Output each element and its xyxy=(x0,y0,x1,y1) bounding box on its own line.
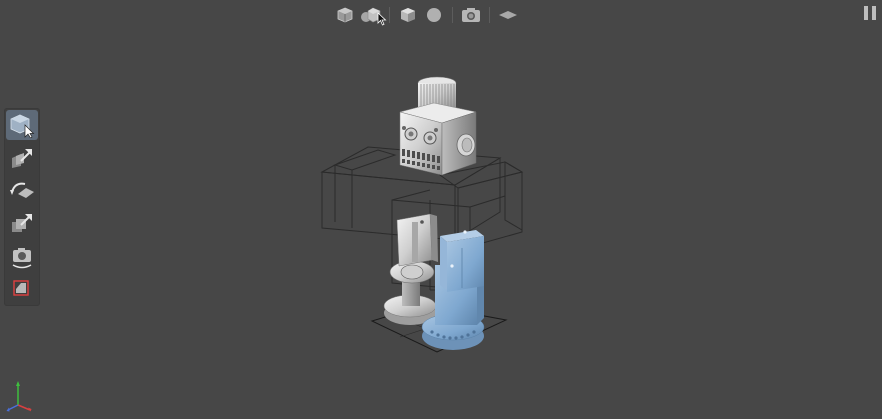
section-plane-icon xyxy=(13,280,29,296)
scene-render[interactable] xyxy=(0,0,882,415)
orbit-camera-icon xyxy=(12,248,32,269)
move-arrow-icon xyxy=(12,149,32,168)
pause-bar xyxy=(872,6,876,20)
pause-bar xyxy=(864,6,868,20)
toolbar-separator xyxy=(389,7,390,23)
single-object-view-button[interactable] xyxy=(334,4,356,26)
left-tool-panel xyxy=(4,108,40,306)
ground-plane-button[interactable] xyxy=(497,4,519,26)
move-tool-button[interactable] xyxy=(6,143,38,173)
axis-triad-icon xyxy=(6,381,32,412)
3d-viewport[interactable] xyxy=(0,0,882,415)
cube-icon xyxy=(337,7,353,23)
sphere-icon xyxy=(427,8,441,22)
section-plane-tool-button[interactable] xyxy=(6,273,38,303)
rotate-icon xyxy=(10,182,34,198)
screenshot-button[interactable] xyxy=(460,4,482,26)
toolbar-separator xyxy=(452,7,453,23)
solid-view-button[interactable] xyxy=(397,4,419,26)
plane-icon xyxy=(499,11,517,19)
scale-tool-button[interactable] xyxy=(6,209,38,239)
robot-head[interactable] xyxy=(399,76,477,176)
select-tool-button[interactable] xyxy=(6,110,38,140)
toolbar-separator xyxy=(489,7,490,23)
camera-icon xyxy=(462,8,480,22)
view-toolbar xyxy=(334,4,519,26)
orbit-camera-tool-button[interactable] xyxy=(6,242,38,272)
pause-button[interactable] xyxy=(864,6,876,20)
select-cube-icon xyxy=(10,114,35,138)
mouse-cursor-icon xyxy=(377,12,387,26)
scale-arrow-icon xyxy=(12,214,32,232)
cube-solid-icon xyxy=(401,8,415,22)
sphere-view-button[interactable] xyxy=(423,4,445,26)
rotate-tool-button[interactable] xyxy=(6,176,38,206)
